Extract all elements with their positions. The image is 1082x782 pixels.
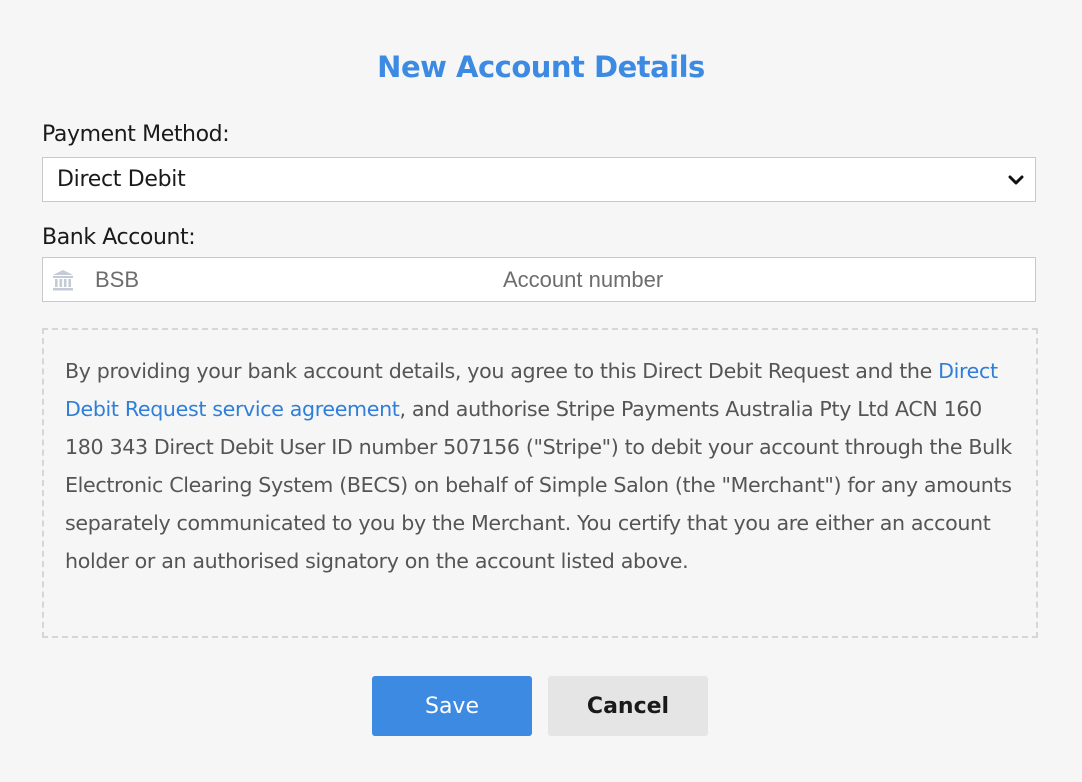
payment-method-label: Payment Method: — [42, 122, 230, 147]
bank-account-label: Bank Account: — [42, 225, 196, 250]
cancel-button[interactable]: Cancel — [548, 676, 708, 736]
chevron-down-icon — [1008, 175, 1024, 185]
save-button[interactable]: Save — [372, 676, 532, 736]
mandate-text-before: By providing your bank account details, … — [65, 359, 939, 383]
bank-account-field — [42, 257, 1036, 302]
page-title: New Account Details — [377, 50, 705, 84]
mandate-text-after: , and authorise Stripe Payments Australi… — [65, 397, 1012, 573]
payment-method-select[interactable]: Direct Debit — [42, 157, 1036, 202]
account-number-input[interactable] — [503, 258, 1023, 301]
account-details-form: New Account Details Payment Method: Dire… — [0, 0, 1082, 782]
bsb-input[interactable] — [95, 258, 475, 301]
direct-debit-mandate: By providing your bank account details, … — [42, 328, 1038, 638]
payment-method-value: Direct Debit — [57, 167, 186, 192]
bank-icon — [53, 270, 73, 291]
